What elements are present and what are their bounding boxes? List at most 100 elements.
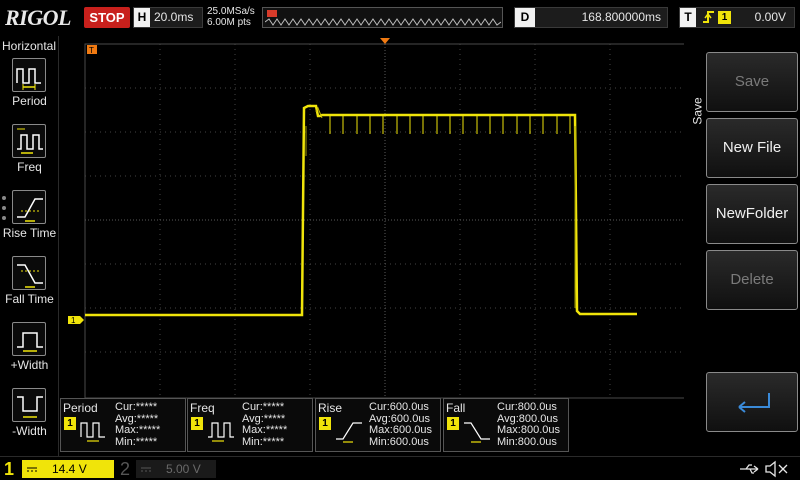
ch1-scale: 14.4 V bbox=[52, 462, 87, 476]
trigger-key: T bbox=[680, 8, 696, 27]
measurement-rise-max: Max:600.0us bbox=[369, 424, 432, 436]
trigger-time-marker[interactable]: T bbox=[87, 45, 97, 55]
dc-coupling-icon bbox=[27, 467, 37, 472]
ch1-scale-box: 14.4 V bbox=[22, 460, 114, 478]
status-icons bbox=[738, 460, 796, 480]
acquisition-info: 25.0MSa/s 6.00M pts bbox=[207, 6, 255, 28]
measurement-freq-channel: 1 bbox=[191, 417, 203, 430]
measure-freq-item[interactable]: Freq bbox=[0, 122, 59, 184]
return-button[interactable] bbox=[706, 372, 798, 432]
measure-fall-time-item[interactable]: Fall Time bbox=[0, 254, 59, 316]
measure-freq-label: Freq bbox=[17, 160, 42, 174]
measurement-rise-name: Rise bbox=[318, 401, 343, 415]
measurement-rise-cur: Cur:600.0us bbox=[369, 401, 429, 413]
measurement-freq-min: Min:***** bbox=[242, 435, 285, 448]
ch1-number: 1 bbox=[4, 459, 15, 479]
measurement-period-max: Max:***** bbox=[115, 424, 161, 436]
save-menu-tab: Save bbox=[684, 76, 706, 156]
horizontal-delay-readout[interactable]: D 168.800000ms bbox=[514, 7, 668, 28]
measurement-fall-cur: Cur:800.0us bbox=[497, 401, 557, 413]
measure-menu-title: Horizontal bbox=[2, 39, 57, 53]
timebase-value: 20.0ms bbox=[154, 10, 194, 24]
graticule: T 1 bbox=[68, 38, 700, 399]
channel-status-bar: 1 14.4 V 2 5.00 V bbox=[0, 456, 800, 480]
save-menu-tab-label: Save bbox=[690, 97, 705, 125]
measurement-freq-cur: Cur:***** bbox=[242, 401, 285, 413]
fall-time-icon bbox=[464, 422, 490, 443]
measurement-fall-stats: Cur:800.0us Avg:800.0us Max:800.0us Min:… bbox=[497, 401, 560, 448]
measurement-rise-stats: Cur:600.0us Avg:600.0us Max:600.0us Min:… bbox=[369, 401, 432, 448]
top-status-bar: RIGOL STOP H 20.0ms 25.0MSa/s 6.00M pts D… bbox=[0, 0, 800, 36]
delay-value: 168.800000ms bbox=[581, 10, 661, 24]
measure-menu-panel: Horizontal Period Freq Rise Time Fall Ti… bbox=[0, 36, 59, 456]
memory-overview-bar[interactable] bbox=[262, 7, 503, 28]
measurement-rise-box[interactable]: Rise 1 Cur:600.0us Avg:600.0us Max:600.0… bbox=[315, 398, 441, 452]
measurement-freq-name: Freq bbox=[190, 401, 215, 415]
delete-button[interactable]: Delete bbox=[706, 250, 798, 310]
new-file-button[interactable]: New File bbox=[706, 118, 798, 178]
measure-negative-width-label: -Width bbox=[12, 424, 47, 438]
timebase-key: H bbox=[134, 8, 150, 27]
measurement-period-cur: Cur:***** bbox=[115, 401, 158, 413]
rise-time-icon bbox=[12, 190, 46, 224]
run-stop-status[interactable]: STOP bbox=[84, 7, 130, 28]
measurement-period-channel: 1 bbox=[64, 417, 76, 430]
trigger-readout[interactable]: T 1 0.00V bbox=[679, 7, 795, 28]
measurement-period-stats: Cur:***** Avg:***** Max:***** Min:***** bbox=[115, 401, 161, 448]
sample-rate: 25.0MSa/s bbox=[207, 6, 255, 17]
trigger-level: 0.00V bbox=[754, 10, 786, 24]
measurement-freq-max: Max:***** bbox=[242, 424, 288, 436]
measure-rise-time-label: Rise Time bbox=[2, 226, 57, 240]
dc-coupling-icon bbox=[141, 467, 151, 472]
period-icon bbox=[12, 58, 46, 92]
ch2-status[interactable]: 2 5.00 V bbox=[118, 457, 218, 480]
measurement-fall-name: Fall bbox=[446, 401, 466, 415]
trigger-time-marker-label: T bbox=[89, 46, 94, 55]
measure-fall-time-label: Fall Time bbox=[5, 292, 54, 306]
measure-period-item[interactable]: Period bbox=[0, 56, 59, 118]
measurement-fall-max: Max:800.0us bbox=[497, 424, 560, 436]
measurement-freq-box[interactable]: Freq 1 Cur:***** Avg:***** Max:***** Min… bbox=[187, 398, 313, 452]
measurement-rise-channel: 1 bbox=[319, 417, 331, 430]
fall-time-icon bbox=[12, 256, 46, 290]
timebase-readout[interactable]: H 20.0ms bbox=[133, 7, 203, 28]
measurement-period-name: Period bbox=[63, 401, 98, 415]
save-button[interactable]: Save bbox=[706, 52, 798, 112]
usb-icon bbox=[740, 464, 759, 474]
trigger-source-badge: 1 bbox=[718, 11, 731, 24]
delay-key: D bbox=[515, 8, 535, 27]
positive-width-icon bbox=[12, 322, 46, 356]
measure-positive-width-label: +Width bbox=[10, 358, 49, 372]
memory-waveform-icon bbox=[265, 18, 501, 26]
memory-window-indicator[interactable] bbox=[267, 10, 277, 17]
return-arrow-icon bbox=[738, 393, 770, 413]
trigger-position-marker[interactable] bbox=[380, 38, 390, 44]
ch2-scale-box: 5.00 V bbox=[136, 460, 216, 478]
speaker-muted-icon[interactable] bbox=[765, 460, 788, 478]
measurement-fall-channel: 1 bbox=[447, 417, 459, 430]
rising-edge-icon bbox=[702, 8, 716, 33]
ch1-waveform bbox=[85, 104, 637, 317]
ch1-offset-marker-label: 1 bbox=[71, 316, 76, 325]
measurement-freq-stats: Cur:***** Avg:***** Max:***** Min:***** bbox=[242, 401, 288, 448]
measure-rise-time-item[interactable]: Rise Time bbox=[0, 188, 59, 250]
waveform-display[interactable]: T 1 bbox=[60, 36, 700, 456]
rise-time-icon bbox=[336, 422, 362, 443]
measurement-fall-min: Min:800.0us bbox=[497, 435, 557, 448]
measure-positive-width-item[interactable]: +Width bbox=[0, 320, 59, 382]
period-icon bbox=[80, 422, 105, 442]
measurement-period-min: Min:***** bbox=[115, 435, 158, 448]
brand-logo: RIGOL bbox=[5, 5, 71, 30]
new-folder-button[interactable]: NewFolder bbox=[706, 184, 798, 244]
measurement-fall-box[interactable]: Fall 1 Cur:800.0us Avg:800.0us Max:800.0… bbox=[443, 398, 569, 452]
measure-negative-width-item[interactable]: -Width bbox=[0, 386, 59, 448]
negative-width-icon bbox=[12, 388, 46, 422]
ch1-offset-marker[interactable]: 1 bbox=[68, 316, 84, 325]
ch2-number: 2 bbox=[120, 459, 131, 479]
memory-depth: 6.00M pts bbox=[207, 17, 251, 28]
ch1-status[interactable]: 1 14.4 V bbox=[0, 457, 116, 480]
measurement-rise-min: Min:600.0us bbox=[369, 435, 429, 448]
measure-period-label: Period bbox=[12, 94, 47, 108]
freq-icon bbox=[208, 422, 234, 442]
measurement-period-box[interactable]: Period 1 Cur:***** Avg:***** Max:***** M… bbox=[60, 398, 186, 452]
